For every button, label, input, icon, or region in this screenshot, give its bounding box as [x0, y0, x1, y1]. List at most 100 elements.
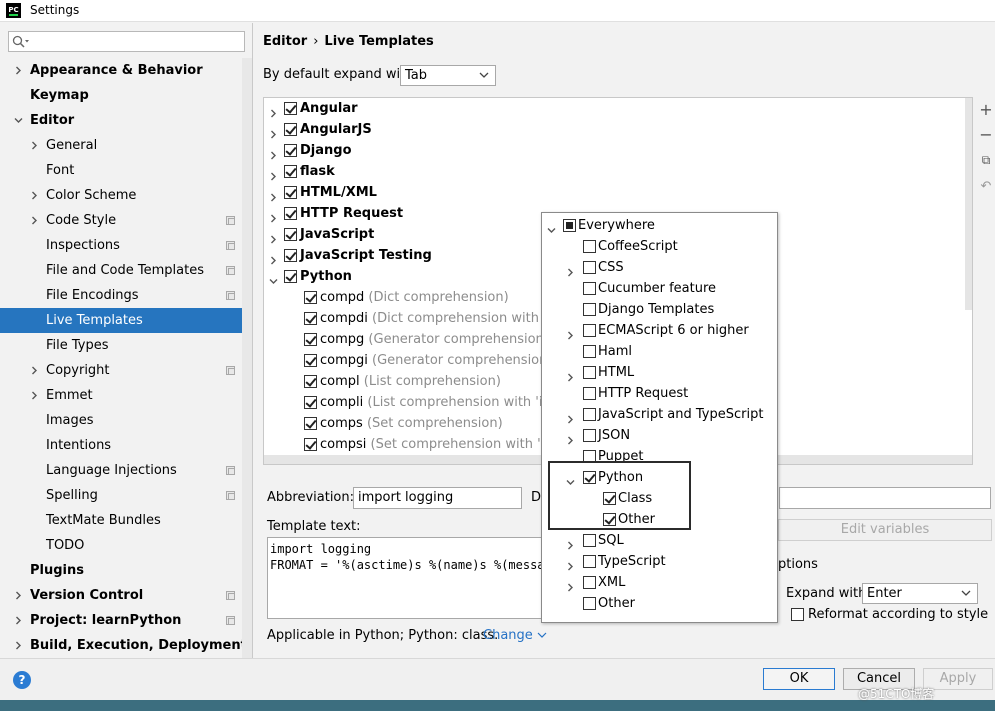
- chevron-right-icon[interactable]: [269, 256, 278, 265]
- description-input[interactable]: [779, 487, 991, 509]
- sidebar-item-build-execution-deployment[interactable]: Build, Execution, Deployment: [0, 633, 252, 658]
- context-checkbox[interactable]: [583, 240, 596, 253]
- template-checkbox[interactable]: [284, 270, 297, 283]
- sidebar-item-keymap[interactable]: Keymap: [0, 83, 252, 108]
- sidebar-scrollbar[interactable]: [242, 58, 252, 658]
- template-checkbox[interactable]: [284, 102, 297, 115]
- template-checkbox[interactable]: [284, 165, 297, 178]
- ok-button[interactable]: OK: [763, 668, 835, 690]
- template-checkbox[interactable]: [304, 417, 317, 430]
- context-checkbox[interactable]: [583, 366, 596, 379]
- expand-with-combo[interactable]: Enter: [862, 583, 978, 604]
- edit-variables-button[interactable]: Edit variables: [778, 519, 992, 541]
- chevron-right-icon[interactable]: [14, 641, 23, 650]
- chevron-right-icon[interactable]: [269, 172, 278, 181]
- sidebar-item-live-templates[interactable]: Live Templates: [0, 308, 252, 333]
- template-group-angular[interactable]: Angular: [264, 98, 964, 119]
- help-icon[interactable]: ?: [13, 671, 31, 689]
- chevron-right-icon[interactable]: [566, 331, 575, 340]
- sidebar-item-inspections[interactable]: Inspections: [0, 233, 252, 258]
- sidebar-item-plugins[interactable]: Plugins: [0, 558, 252, 583]
- sidebar-item-code-style[interactable]: Code Style: [0, 208, 252, 233]
- default-expand-combo[interactable]: Tab: [400, 65, 496, 86]
- context-checkbox[interactable]: [583, 345, 596, 358]
- abbreviation-input[interactable]: import logging: [353, 487, 522, 509]
- chevron-right-icon[interactable]: [269, 214, 278, 223]
- context-checkbox[interactable]: [563, 219, 576, 232]
- chevron-down-icon[interactable]: [269, 277, 278, 286]
- templates-scrollbar[interactable]: [965, 98, 972, 310]
- template-checkbox[interactable]: [284, 249, 297, 262]
- context-checkbox[interactable]: [583, 324, 596, 337]
- chevron-right-icon[interactable]: [566, 268, 575, 277]
- chevron-right-icon[interactable]: [30, 366, 39, 375]
- sidebar-item-spelling[interactable]: Spelling: [0, 483, 252, 508]
- reformat-checkbox[interactable]: [791, 608, 804, 621]
- template-checkbox[interactable]: [304, 312, 317, 325]
- chevron-right-icon[interactable]: [566, 436, 575, 445]
- sidebar-item-intentions[interactable]: Intentions: [0, 433, 252, 458]
- chevron-right-icon[interactable]: [566, 562, 575, 571]
- sidebar-item-project-learnpython[interactable]: Project: learnPython: [0, 608, 252, 633]
- chevron-right-icon[interactable]: [14, 66, 23, 75]
- template-group-angularjs[interactable]: AngularJS: [264, 119, 964, 140]
- chevron-right-icon[interactable]: [30, 391, 39, 400]
- template-checkbox[interactable]: [304, 291, 317, 304]
- context-checkbox[interactable]: [583, 408, 596, 421]
- context-checkbox[interactable]: [583, 576, 596, 589]
- sidebar-item-font[interactable]: Font: [0, 158, 252, 183]
- template-checkbox[interactable]: [284, 144, 297, 157]
- chevron-down-icon[interactable]: [14, 116, 23, 125]
- template-text-editor[interactable]: import logging FROMAT = '%(asctime)s %(n…: [267, 537, 547, 619]
- sidebar-item-file-and-code-templates[interactable]: File and Code Templates: [0, 258, 252, 283]
- sidebar-item-language-injections[interactable]: Language Injections: [0, 458, 252, 483]
- sidebar-item-color-scheme[interactable]: Color Scheme: [0, 183, 252, 208]
- template-group-flask[interactable]: flask: [264, 161, 964, 182]
- sidebar-item-copyright[interactable]: Copyright: [0, 358, 252, 383]
- remove-icon[interactable]: −: [979, 127, 993, 143]
- context-checkbox[interactable]: [583, 261, 596, 274]
- chevron-right-icon[interactable]: [30, 141, 39, 150]
- chevron-right-icon[interactable]: [269, 235, 278, 244]
- template-checkbox[interactable]: [304, 354, 317, 367]
- template-checkbox[interactable]: [284, 123, 297, 136]
- chevron-right-icon[interactable]: [30, 216, 39, 225]
- change-context-link[interactable]: Change: [483, 628, 547, 643]
- context-checkbox[interactable]: [583, 429, 596, 442]
- template-checkbox[interactable]: [284, 186, 297, 199]
- settings-search-input[interactable]: [8, 31, 245, 52]
- sidebar-item-appearance-behavior[interactable]: Appearance & Behavior: [0, 58, 252, 83]
- breadcrumb-editor[interactable]: Editor: [263, 34, 307, 49]
- template-checkbox[interactable]: [284, 207, 297, 220]
- template-checkbox[interactable]: [304, 396, 317, 409]
- template-group-html-xml[interactable]: HTML/XML: [264, 182, 964, 203]
- sidebar-item-emmet[interactable]: Emmet: [0, 383, 252, 408]
- chevron-right-icon[interactable]: [14, 591, 23, 600]
- chevron-down-icon[interactable]: [547, 226, 556, 235]
- add-icon[interactable]: +: [979, 102, 993, 118]
- template-checkbox[interactable]: [304, 333, 317, 346]
- chevron-right-icon[interactable]: [14, 616, 23, 625]
- context-checkbox[interactable]: [583, 555, 596, 568]
- context-checkbox[interactable]: [583, 303, 596, 316]
- chevron-right-icon[interactable]: [566, 541, 575, 550]
- sidebar-item-file-types[interactable]: File Types: [0, 333, 252, 358]
- chevron-right-icon[interactable]: [566, 583, 575, 592]
- context-checkbox[interactable]: [583, 597, 596, 610]
- chevron-right-icon[interactable]: [269, 109, 278, 118]
- sidebar-item-editor[interactable]: Editor: [0, 108, 252, 133]
- sidebar-item-general[interactable]: General: [0, 133, 252, 158]
- template-group-django[interactable]: Django: [264, 140, 964, 161]
- sidebar-item-textmate-bundles[interactable]: TextMate Bundles: [0, 508, 252, 533]
- chevron-right-icon[interactable]: [269, 151, 278, 160]
- copy-icon[interactable]: ⧉: [979, 153, 993, 167]
- template-checkbox[interactable]: [304, 375, 317, 388]
- context-checkbox[interactable]: [583, 534, 596, 547]
- sidebar-item-version-control[interactable]: Version Control: [0, 583, 252, 608]
- sidebar-item-images[interactable]: Images: [0, 408, 252, 433]
- template-checkbox[interactable]: [284, 228, 297, 241]
- context-checkbox[interactable]: [583, 387, 596, 400]
- sidebar-item-todo[interactable]: TODO: [0, 533, 252, 558]
- context-checkbox[interactable]: [583, 282, 596, 295]
- chevron-right-icon[interactable]: [566, 415, 575, 424]
